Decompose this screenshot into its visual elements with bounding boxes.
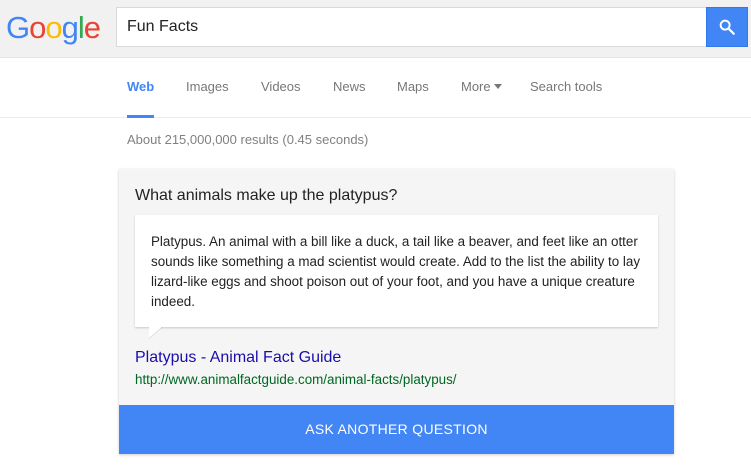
tab-more[interactable]: More (461, 58, 502, 118)
search-tools-button[interactable]: Search tools (530, 58, 602, 118)
tab-maps[interactable]: Maps (397, 58, 429, 118)
logo-letter-g2: g (61, 10, 79, 45)
fact-answer: Platypus. An animal with a bill like a d… (135, 215, 658, 327)
tab-web[interactable]: Web (127, 58, 155, 118)
logo-letter-o2: o (45, 10, 62, 45)
search-header: Google (0, 0, 751, 58)
logo-letter-o1: o (29, 10, 46, 45)
fun-fact-card: What animals make up the platypus? Platy… (119, 169, 674, 454)
tab-more-label: More (461, 79, 491, 94)
result-stats: About 215,000,000 results (0.45 seconds) (127, 132, 369, 147)
search-icon (719, 19, 735, 35)
search-button[interactable] (706, 7, 748, 47)
source-url[interactable]: http://www.animalfactguide.com/animal-fa… (135, 372, 457, 387)
search-tabs: Web Images Videos News Maps More Search … (0, 58, 751, 118)
fact-question: What animals make up the platypus? (135, 187, 398, 204)
logo-letter-e: e (83, 10, 101, 45)
search-input[interactable] (117, 8, 706, 46)
ask-another-question-button[interactable]: ASK ANOTHER QUESTION (119, 405, 674, 454)
tab-images[interactable]: Images (186, 58, 229, 118)
speech-bubble-tail (149, 326, 163, 338)
caret-down-icon (493, 84, 502, 90)
tab-videos[interactable]: Videos (261, 58, 301, 118)
logo-letter-g: G (6, 10, 30, 45)
source-link[interactable]: Platypus - Animal Fact Guide (135, 349, 341, 367)
search-box (116, 7, 706, 47)
tab-news[interactable]: News (333, 58, 366, 118)
google-logo[interactable]: Google (6, 10, 101, 46)
